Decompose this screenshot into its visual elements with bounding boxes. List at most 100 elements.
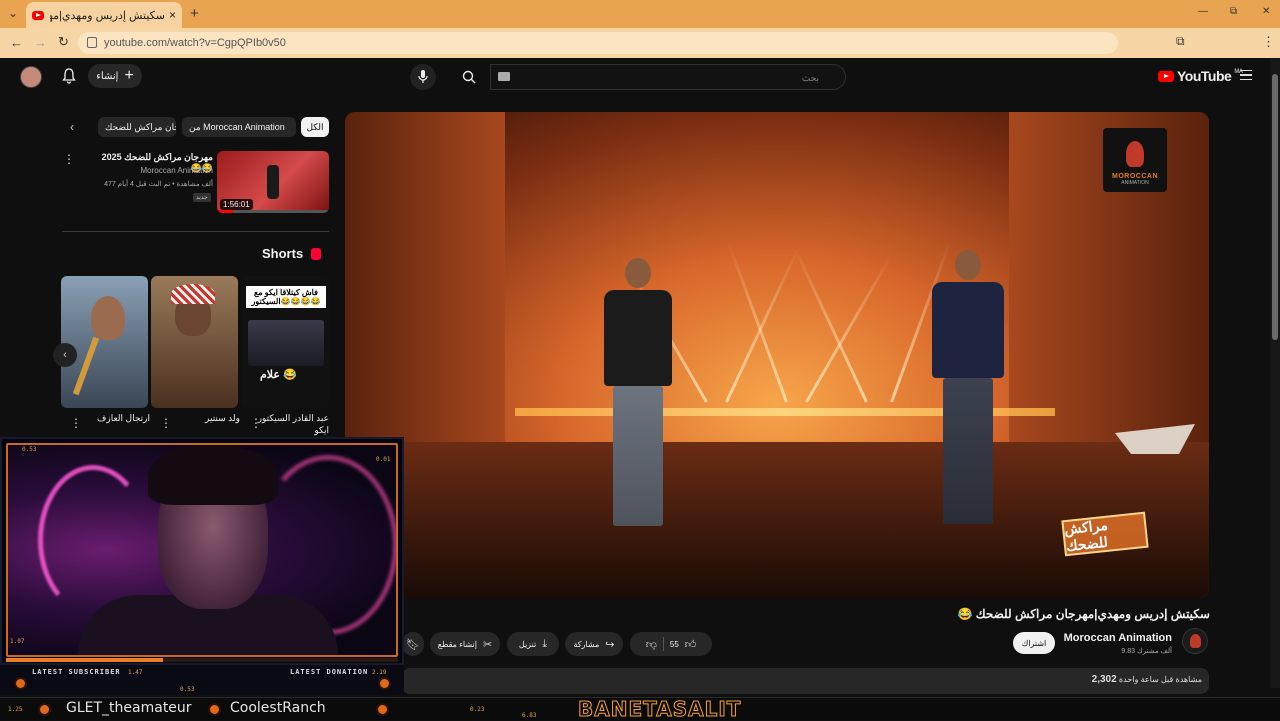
dislike-icon[interactable]: 👎︎ [646, 638, 657, 651]
search-icon [462, 70, 476, 84]
short-more-icon[interactable]: ⋮ [160, 416, 172, 430]
share-button[interactable]: مشاركة ↪ [565, 632, 623, 656]
video-duration: 1:56:01 [220, 199, 253, 210]
watermark-character-icon [1126, 141, 1144, 167]
chips-previous-icon[interactable]: ‹ [70, 120, 74, 134]
streamer-banner: BANETASALIT [577, 697, 742, 721]
ticker-icon [208, 703, 221, 716]
upload-time: قبل ساعة واحدة [1118, 675, 1174, 684]
short-scene [91, 296, 125, 340]
minimize-button[interactable]: — [1198, 6, 1208, 17]
browser-tab-active[interactable]: سكيتش إدريس ومهدي|مهرجان مراكش للضحك × [26, 2, 182, 28]
ticker-subscriber-name: GLET_theamateur [66, 700, 192, 716]
watch-progress-fill [217, 210, 233, 213]
forward-icon[interactable]: → [34, 35, 47, 50]
chip-from-channel-label: من Moroccan Animation [189, 121, 285, 132]
shorts-icon [311, 247, 322, 260]
page-scrollbar[interactable] [1270, 58, 1280, 688]
channel-watermark-logo[interactable]: MOROCCAN ANIMATION [1103, 128, 1167, 192]
channel-avatar[interactable] [1182, 628, 1208, 654]
create-button[interactable]: إنشاء + [88, 64, 142, 88]
shorts-previous-button[interactable]: ‹ [53, 343, 77, 367]
shorts-heading-label: Shorts [262, 246, 304, 261]
short-more-icon[interactable]: ⋮ [70, 416, 82, 430]
guide-menu-icon[interactable] [1240, 70, 1252, 80]
short-thumbnail[interactable] [61, 276, 148, 408]
view-label: مشاهدة [1175, 675, 1202, 684]
scrollbar-thumb[interactable] [1272, 74, 1278, 340]
site-info-icon[interactable] [87, 37, 97, 48]
webcam-feed [6, 443, 398, 657]
like-count[interactable]: 55 [670, 640, 679, 649]
chip-all[interactable]: الكل [301, 117, 329, 137]
plus-icon: + [124, 67, 134, 84]
overlay-badge-icon [14, 677, 27, 690]
short-caption-bottom: علام 😂 [260, 369, 297, 381]
overlay-level-bar [6, 658, 398, 662]
recommended-video-channel[interactable]: Moroccan Animation [88, 166, 213, 175]
save-button[interactable]: 🔖︎ [402, 632, 424, 656]
overlay-number: 0.53 [180, 686, 195, 693]
like-icon[interactable]: 👍︎ [685, 638, 697, 651]
url-bar[interactable]: youtube.com/watch?v=CgpQPIb0v50 [78, 32, 1118, 54]
performer-left [593, 258, 683, 526]
tab-close-icon[interactable]: × [169, 8, 176, 22]
notifications-bell-icon[interactable] [62, 68, 76, 84]
search-input[interactable]: بحث [490, 64, 846, 90]
chip-from-channel[interactable]: من Moroccan Animation [182, 117, 296, 137]
clip-button[interactable]: إنشاء مقطع ✂ [430, 632, 500, 656]
description-stats: 2,302 مشاهدة قبل ساعة واحدة [1000, 674, 1202, 685]
thumbnail-stage-figure [267, 165, 279, 199]
youtube-logo-text: YouTube [1177, 68, 1232, 84]
performer-legs [943, 378, 993, 524]
overlay-number: 2.19 [372, 669, 387, 676]
short-more-icon[interactable]: ⋮ [250, 416, 262, 430]
browser-menu-icon[interactable]: ⋮ [1262, 34, 1275, 50]
tab-search-icon[interactable]: ⌄ [8, 6, 18, 20]
keyboard-icon[interactable] [498, 72, 510, 81]
like-divider [662, 637, 664, 651]
ticker-donor-name: CoolestRanch [230, 700, 326, 716]
performer-legs [613, 386, 663, 526]
short-scene-headscarf [171, 284, 215, 304]
overlay-level-fill [6, 658, 163, 662]
search-button[interactable] [448, 64, 490, 90]
overlay-number: 1.07 [10, 638, 25, 645]
extensions-icon[interactable]: ⧉ [1176, 34, 1185, 49]
watermark-line2: ANIMATION [1121, 180, 1149, 186]
watch-progress-bar [217, 210, 329, 213]
short-title[interactable]: ولد سنتير [160, 412, 240, 424]
chip-related-topic[interactable]: مهرجان مراكش للضحك [98, 117, 176, 137]
back-icon[interactable]: ← [10, 35, 23, 50]
subscribe-button[interactable]: اشتراك [1013, 632, 1055, 654]
neon-light-left [38, 465, 148, 615]
voice-search-button[interactable] [410, 64, 436, 90]
youtube-logo[interactable]: YouTube MA [1158, 68, 1243, 84]
overlay-number: 0.23 [470, 706, 485, 713]
reload-icon[interactable]: ↻ [58, 34, 69, 50]
more-actions-icon[interactable]: ⋮ [63, 152, 75, 166]
share-icon: ↪ [605, 638, 615, 651]
scissors-icon: ✂ [482, 638, 493, 651]
latest-subscriber-label: LATEST SUBSCRIBER [32, 668, 121, 676]
browser-tab-bar: ⌄ سكيتش إدريس ومهدي|مهرجان مراكش للضحك ×… [0, 0, 1280, 28]
youtube-favicon-icon [32, 10, 44, 20]
watermark-line1: MOROCCAN [1112, 173, 1158, 180]
overlay-number: 6.83 [522, 712, 537, 719]
maximize-button[interactable]: ⧉ [1230, 6, 1237, 17]
new-tab-button[interactable]: + [190, 5, 199, 22]
performer-torso [932, 282, 1004, 378]
download-button[interactable]: تنزيل ⤓ [507, 632, 559, 656]
recommended-video-thumbnail[interactable]: 1:56:01 [217, 151, 329, 213]
short-thumbnail[interactable]: فاش كيتلاقا ايكو مع السيكتور😂😂😂😂 علام 😂 [242, 276, 329, 408]
short-caption: فاش كيتلاقا ايكو مع السيكتور😂😂😂😂 [246, 286, 326, 308]
short-thumbnail[interactable] [151, 276, 238, 408]
close-window-button[interactable]: ✕ [1262, 6, 1270, 17]
channel-name[interactable]: Moroccan Animation [1040, 632, 1172, 644]
subscriber-count: 9.83 ألف مشترك [1121, 648, 1172, 655]
ticker-icon [38, 703, 51, 716]
short-title[interactable]: ارتجال العازف [70, 412, 150, 424]
video-player[interactable]: MOROCCAN ANIMATION مراكش للضحك [345, 112, 1209, 598]
latest-donation-label: LATEST DONATION [290, 668, 369, 676]
account-avatar[interactable] [20, 66, 42, 88]
